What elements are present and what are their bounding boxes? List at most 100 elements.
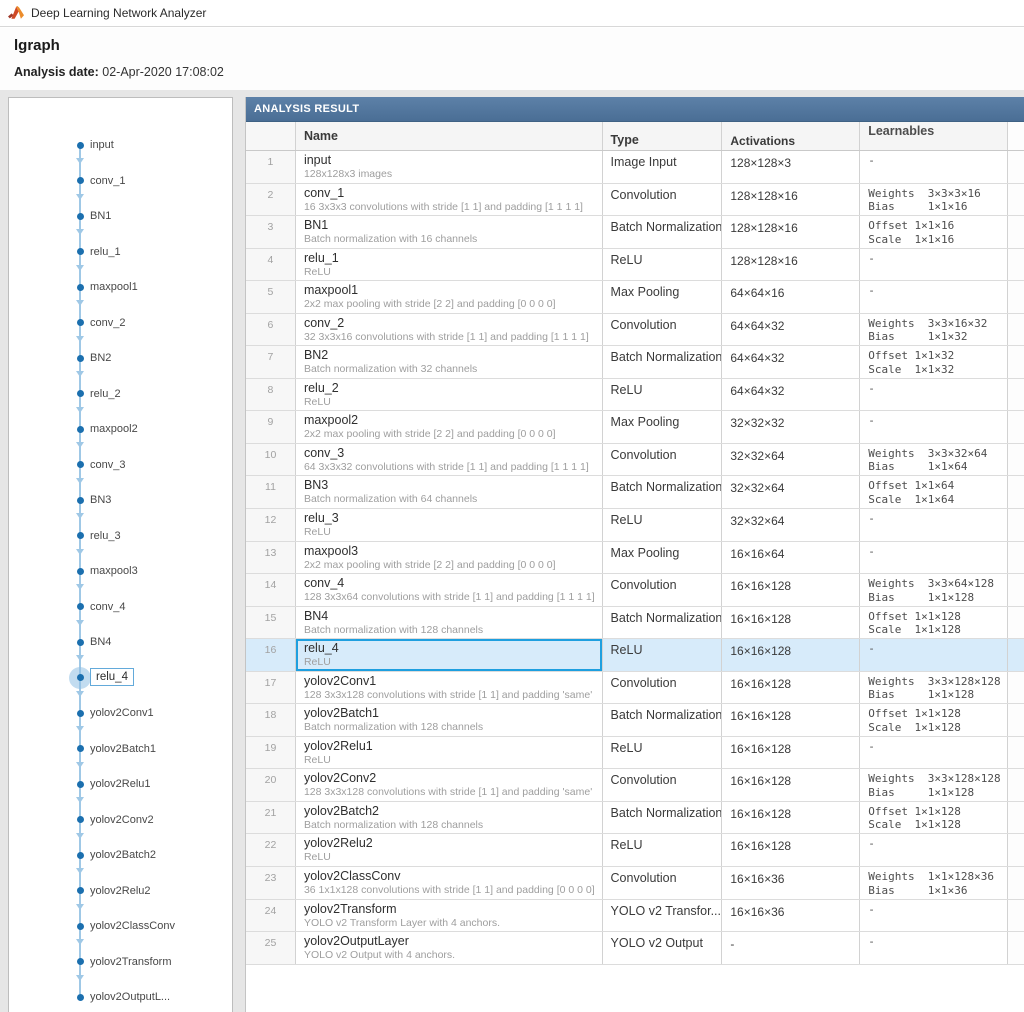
cell-name[interactable]: maxpool2 2x2 max pooling with stride [2 2… (296, 411, 603, 443)
cell-activations[interactable]: 64×64×16 (722, 281, 861, 313)
graph-node-dot[interactable] (76, 425, 84, 433)
cell-learnables[interactable]: - (860, 248, 1009, 281)
cell-type[interactable]: Batch Normalization (603, 476, 723, 509)
cell-name[interactable]: yolov2ClassConv 36 1x1x128 convolutions w… (296, 867, 603, 899)
cell-learnables[interactable]: - (860, 151, 1009, 183)
cell-learnables[interactable]: Offset 1×1×32 Scale 1×1×32 (860, 346, 1009, 378)
cell-activations[interactable]: 16×16×128 (722, 704, 861, 736)
graph-node-label-selected[interactable]: relu_4 (90, 667, 134, 686)
cell-type[interactable]: Convolution (603, 183, 723, 216)
table-row[interactable]: 24 yolov2Transform YOLO v2 Transform Layer… (246, 899, 1024, 933)
column-header-type[interactable]: Type (603, 122, 723, 150)
cell-learnables[interactable]: Offset 1×1×64 Scale 1×1×64 (860, 476, 1009, 509)
graph-node-label[interactable]: yolov2Relu2 (90, 884, 151, 898)
cell-activations[interactable]: 16×16×128 (722, 639, 861, 671)
cell-name[interactable]: conv_3 64 3x3x32 convolutions with stride… (296, 443, 603, 476)
cell-name[interactable]: maxpool1 2x2 max pooling with stride [2 2… (296, 281, 603, 313)
cell-learnables[interactable]: Weights 3×3×128×128 Bias 1×1×128 (860, 769, 1009, 801)
row-index[interactable]: 7 (246, 346, 296, 378)
graph-node-dot[interactable] (76, 283, 84, 291)
cell-learnables[interactable]: Weights 3×3×128×128 Bias 1×1×128 (860, 671, 1009, 704)
graph-node-label[interactable]: input (90, 138, 114, 152)
row-index[interactable]: 22 (246, 834, 296, 867)
cell-activations[interactable]: 128×128×16 (722, 248, 861, 281)
row-index[interactable]: 4 (246, 248, 296, 281)
graph-node-label[interactable]: yolov2Conv1 (90, 706, 154, 720)
cell-activations[interactable]: - (722, 932, 861, 964)
cell-name[interactable]: BN4 Batch normalization with 128 channels (296, 606, 603, 639)
cell-name[interactable]: relu_4 ReLU (295, 639, 603, 671)
cell-activations[interactable]: 16×16×128 (722, 834, 861, 867)
table-row[interactable]: 3 BN1 Batch normalization with 16 channels… (246, 216, 1024, 249)
graph-node-label[interactable]: yolov2ClassConv (90, 919, 175, 933)
row-index[interactable]: 24 (246, 899, 296, 932)
cell-learnables[interactable]: Offset 1×1×128 Scale 1×1×128 (860, 606, 1009, 639)
table-row[interactable]: 4 relu_1 ReLU ReLU 128×128×16- (246, 248, 1024, 282)
graph-node-dot[interactable] (76, 816, 84, 823)
cell-type[interactable]: ReLU (603, 834, 723, 867)
row-index[interactable]: 13 (246, 541, 296, 574)
graph-node-dot[interactable] (76, 638, 84, 646)
table-row[interactable]: 9 maxpool2 2x2 max pooling with stride [2 … (246, 411, 1024, 444)
table-row[interactable]: 10 conv_3 64 3x3x32 convolutions with stri… (246, 443, 1024, 477)
graph-node-label[interactable]: relu_2 (90, 387, 121, 401)
table-row[interactable]: 7 BN2 Batch normalization with 32 channels… (246, 346, 1024, 379)
cell-type[interactable]: YOLO v2 Transfor... (603, 899, 723, 932)
cell-activations[interactable]: 128×128×16 (722, 183, 861, 216)
cell-type[interactable]: Convolution (603, 313, 723, 346)
cell-learnables[interactable]: Weights 1×1×128×36 Bias 1×1×36 (860, 867, 1009, 899)
row-index[interactable]: 20 (246, 769, 296, 801)
row-index[interactable]: 14 (246, 574, 296, 606)
cell-learnables[interactable]: - (860, 834, 1009, 867)
graph-node-label[interactable]: conv_3 (90, 458, 125, 472)
table-row[interactable]: 19 yolov2Relu1 ReLU ReLU 16×16×128- (246, 736, 1024, 770)
cell-activations[interactable]: 64×64×32 (722, 313, 861, 346)
row-index[interactable]: 9 (246, 411, 296, 443)
cell-name[interactable]: BN1 Batch normalization with 16 channels (296, 216, 603, 248)
cell-learnables[interactable]: - (860, 281, 1009, 313)
row-index[interactable]: 12 (246, 509, 296, 541)
table-row-selected[interactable]: 16 relu_4 ReLU ReLU 16×16×128- (246, 639, 1024, 672)
row-index[interactable]: 10 (246, 443, 296, 476)
cell-name[interactable]: yolov2Relu1 ReLU (296, 736, 603, 769)
graph-node-dot[interactable] (76, 780, 84, 788)
row-index[interactable]: 18 (246, 704, 296, 736)
cell-activations[interactable]: 16×16×128 (722, 801, 861, 834)
cell-type[interactable]: Max Pooling (603, 281, 723, 313)
cell-type[interactable]: ReLU (603, 736, 723, 769)
graph-node-dot[interactable] (76, 354, 84, 362)
table-row[interactable]: 18 yolov2Batch1 Batch normalization with 1… (246, 704, 1024, 737)
cell-learnables[interactable]: - (860, 411, 1009, 443)
cell-name[interactable]: relu_1 ReLU (296, 248, 603, 281)
row-index[interactable]: 16 (246, 639, 296, 671)
cell-type[interactable]: Batch Normalization (603, 346, 723, 378)
cell-learnables[interactable]: - (860, 639, 1009, 671)
cell-activations[interactable]: 16×16×36 (722, 899, 861, 932)
cell-activations[interactable]: 16×16×36 (722, 867, 861, 899)
cell-name[interactable]: yolov2Batch2 Batch normalization with 128… (296, 801, 603, 834)
cell-name[interactable]: yolov2Relu2 ReLU (296, 834, 603, 867)
table-row[interactable]: 1 input 128x128x3 images Image Input 128×128… (246, 151, 1024, 184)
graph-node-dot[interactable] (76, 887, 84, 894)
cell-activations[interactable]: 32×32×64 (722, 443, 861, 476)
cell-type[interactable]: Convolution (603, 769, 723, 801)
table-row[interactable]: 13 maxpool3 2x2 max pooling with stride [2… (246, 541, 1024, 575)
graph-node-dot[interactable] (76, 603, 84, 610)
table-row[interactable]: 15 BN4 Batch normalization with 128 channe… (246, 606, 1024, 640)
graph-node-label[interactable]: BN1 (90, 209, 111, 223)
table-row[interactable]: 5 maxpool1 2x2 max pooling with stride [2 … (246, 281, 1024, 314)
cell-name[interactable]: conv_2 32 3x3x16 convolutions with stride… (296, 313, 603, 346)
column-header-name[interactable]: Name (296, 122, 603, 150)
row-index[interactable]: 5 (246, 281, 296, 313)
cell-type[interactable]: Image Input (603, 151, 723, 183)
cell-name[interactable]: maxpool3 2x2 max pooling with stride [2 2… (296, 541, 603, 574)
graph-node-dot[interactable] (76, 745, 84, 752)
table-row[interactable]: 22 yolov2Relu2 ReLU ReLU 16×16×128- (246, 834, 1024, 868)
row-index[interactable]: 2 (246, 183, 296, 216)
cell-learnables[interactable]: Weights 3×3×64×128 Bias 1×1×128 (860, 574, 1009, 606)
cell-activations[interactable]: 16×16×128 (722, 606, 861, 639)
graph-node-label[interactable]: maxpool3 (90, 564, 138, 578)
cell-name[interactable]: BN3 Batch normalization with 64 channels (296, 476, 603, 509)
row-index[interactable]: 25 (246, 932, 296, 964)
cell-name[interactable]: yolov2Transform YOLO v2 Transform Layer w… (296, 899, 603, 932)
